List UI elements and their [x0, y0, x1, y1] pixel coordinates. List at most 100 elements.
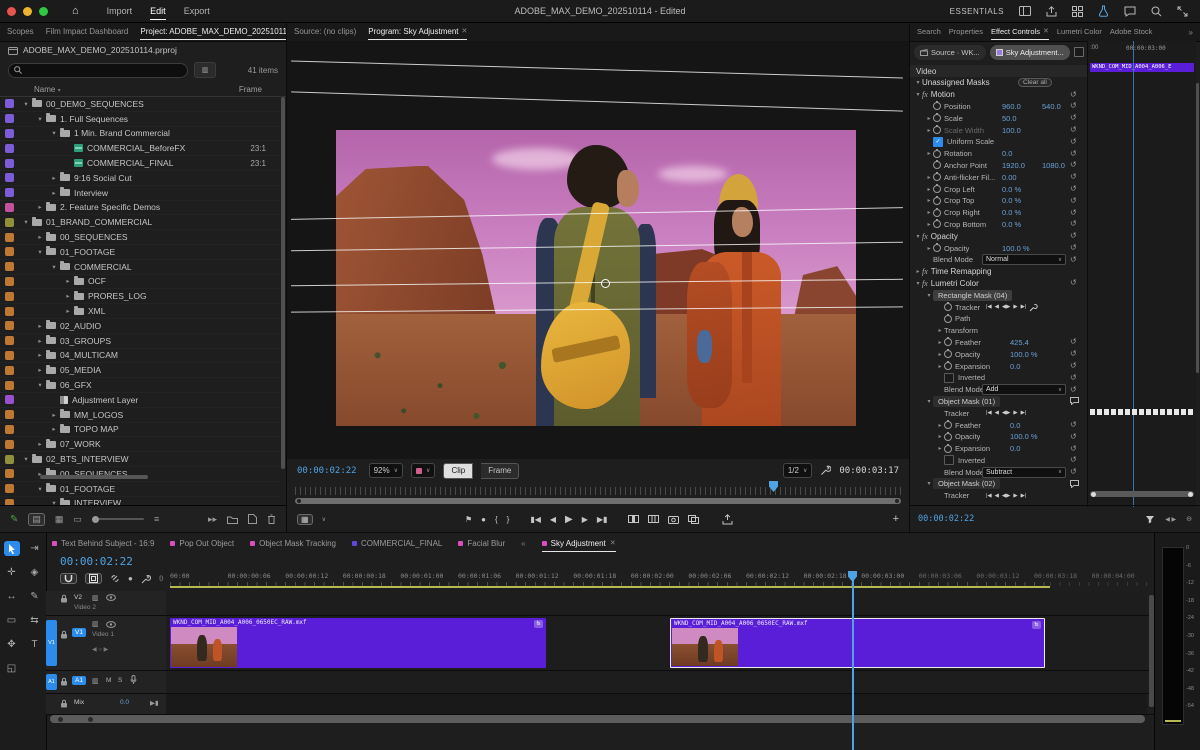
- sky-adjustment-clip-button[interactable]: Sky Adjustment...: [990, 45, 1070, 60]
- tab-film-impact-dashboard[interactable]: Film Impact Dashboard: [46, 23, 129, 41]
- project-item-07-work[interactable]: ▸07_WORK: [0, 437, 280, 452]
- project-item-topo-map[interactable]: ▸TOPO MAP: [0, 423, 280, 438]
- lift-icon[interactable]: [628, 514, 639, 524]
- param-value[interactable]: 100.0: [1002, 126, 1021, 135]
- effect-row-path[interactable]: Path: [910, 313, 1086, 325]
- label-color-chip[interactable]: [5, 425, 14, 434]
- source-patch-v1[interactable]: V1: [46, 620, 57, 666]
- workspace-label[interactable]: ESSENTIALS: [950, 7, 1004, 16]
- twirl-icon[interactable]: ▸: [936, 445, 944, 452]
- mask-label[interactable]: Object Mask (01): [933, 396, 1000, 407]
- zoom-level-dropdown[interactable]: 92%∨: [369, 463, 403, 478]
- mix-kf-icon[interactable]: ▶▮: [150, 699, 159, 707]
- mask-vertex-handle[interactable]: [601, 279, 610, 288]
- effect-row-rotation[interactable]: ▸Rotation0.0↺: [910, 148, 1086, 160]
- effect-row-motion[interactable]: ▾fxMotion↺: [910, 89, 1086, 101]
- twirl-icon[interactable]: ▸: [936, 339, 944, 346]
- stopwatch-icon[interactable]: [944, 315, 952, 323]
- project-item-9-16-social-cut[interactable]: ▸9:16 Social Cut: [0, 171, 280, 186]
- twirl-icon[interactable]: ▸: [36, 203, 44, 211]
- twirl-icon[interactable]: ▸: [936, 363, 944, 370]
- label-color-chip[interactable]: [5, 173, 14, 182]
- twirl-icon[interactable]: ▾: [36, 248, 44, 256]
- filter-bin-button[interactable]: ▥: [194, 62, 216, 78]
- timeline-clip-2[interactable]: WKND_COM_MID_A004_A006_0650EC_RAW.mxffx: [670, 618, 1045, 668]
- project-item-mm-logos[interactable]: ▸MM_LOGOS: [0, 408, 280, 423]
- checkbox[interactable]: ✓: [933, 137, 943, 147]
- label-color-chip[interactable]: [5, 292, 14, 301]
- tab-scroll-arrows[interactable]: «: [521, 539, 525, 548]
- reset-param-icon[interactable]: ↺: [1070, 421, 1077, 429]
- fx-icon[interactable]: fx: [922, 232, 928, 241]
- label-color-chip[interactable]: [5, 469, 14, 478]
- twirl-icon[interactable]: ▸: [36, 351, 44, 359]
- step-back-icon[interactable]: ◀: [550, 515, 556, 524]
- effect-row-blend-mode[interactable]: Blend ModeAdd∨↺: [910, 384, 1086, 396]
- mark-in-icon[interactable]: {: [495, 515, 498, 524]
- filter-properties-icon[interactable]: [1145, 515, 1155, 524]
- reset-param-icon[interactable]: ↺: [1070, 350, 1077, 358]
- clip-mode-button[interactable]: Clip: [443, 463, 473, 479]
- label-color-chip[interactable]: [5, 381, 14, 390]
- reset-param-icon[interactable]: ↺: [1070, 138, 1077, 146]
- comparison-view-icon[interactable]: [688, 515, 699, 524]
- twirl-icon[interactable]: ▸: [936, 351, 944, 358]
- project-item-1-min-brand-commercial[interactable]: ▾1 Min. Brand Commercial: [0, 127, 280, 142]
- reset-param-icon[interactable]: ↺: [1070, 209, 1077, 217]
- stopwatch-icon[interactable]: [933, 102, 941, 110]
- reset-param-icon[interactable]: ↺: [1070, 185, 1077, 193]
- effects-zoom-icon[interactable]: ⊖: [1186, 515, 1192, 523]
- effect-row-tracker[interactable]: Tracker|◀◀◀▶▶▶|: [910, 301, 1086, 313]
- step-forward-icon[interactable]: ▶: [582, 515, 588, 524]
- label-color-chip[interactable]: [5, 455, 14, 464]
- tracker-controls[interactable]: |◀◀◀▶▶▶|: [986, 493, 1026, 499]
- stopwatch-icon[interactable]: [933, 150, 941, 158]
- track-v2-header[interactable]: V2 ▥ Video 2: [46, 591, 167, 615]
- param-value[interactable]: 960.0: [1002, 102, 1021, 111]
- reset-param-icon[interactable]: ↺: [1070, 102, 1077, 110]
- twirl-icon[interactable]: ▸: [64, 292, 72, 300]
- tab-overflow-icon[interactable]: »: [1189, 28, 1193, 37]
- stopwatch-icon[interactable]: [944, 445, 952, 453]
- mask-feedback-icon[interactable]: [1070, 397, 1079, 405]
- twirl-icon[interactable]: ▸: [36, 366, 44, 374]
- label-color-chip[interactable]: [5, 233, 14, 242]
- mask-label[interactable]: Rectangle Mask (04): [933, 290, 1012, 301]
- monitor-mini-ruler[interactable]: [295, 483, 901, 495]
- stopwatch-icon[interactable]: [944, 350, 952, 358]
- ripple-edit-tool[interactable]: ✛: [4, 565, 20, 580]
- twirl-icon[interactable]: ▾: [914, 79, 922, 86]
- param-value[interactable]: 0.0: [1010, 421, 1020, 430]
- twirl-icon[interactable]: ▸: [925, 186, 933, 193]
- solo-icon[interactable]: S: [118, 677, 122, 684]
- kf-nav-icons[interactable]: ◀ ▶: [1165, 516, 1176, 523]
- mask-outline-segment[interactable]: [291, 60, 903, 78]
- effect-row-anchor-point[interactable]: Anchor Point1920.01080.0↺: [910, 160, 1086, 172]
- param-value[interactable]: 0.0 %: [1002, 185, 1021, 194]
- sync-lock-icon[interactable]: ▥: [92, 594, 99, 602]
- reset-param-icon[interactable]: ↺: [1070, 445, 1077, 453]
- stopwatch-icon[interactable]: [944, 338, 952, 346]
- timeline-playhead[interactable]: [852, 573, 854, 750]
- label-color-chip[interactable]: [5, 484, 14, 493]
- reset-param-icon[interactable]: ↺: [1070, 433, 1077, 441]
- twirl-icon[interactable]: ▾: [914, 233, 922, 240]
- label-color-chip[interactable]: [5, 247, 14, 256]
- param-value[interactable]: 100.0 %: [1010, 350, 1038, 359]
- effect-row-expansion[interactable]: ▸Expansion0.0↺: [910, 443, 1086, 455]
- pencil-icon[interactable]: ✎: [10, 514, 18, 525]
- twirl-icon[interactable]: ▸: [925, 245, 933, 252]
- playback-resolution-dropdown[interactable]: 1/2∨: [783, 463, 813, 478]
- effect-row-inverted[interactable]: Inverted↺: [910, 455, 1086, 467]
- param-value[interactable]: 100.0 %: [1002, 244, 1030, 253]
- track-v1-header[interactable]: V1 V1 ▥ Video 1 ◀ ○ ▶: [46, 616, 167, 670]
- label-color-chip[interactable]: [5, 262, 14, 271]
- frame-mode-button[interactable]: Frame: [481, 463, 519, 479]
- sequence-tab-object-mask-tracking[interactable]: Object Mask Tracking: [250, 535, 336, 552]
- reset-param-icon[interactable]: ↺: [1070, 279, 1077, 287]
- reset-param-icon[interactable]: ↺: [1070, 244, 1077, 252]
- slip-tool[interactable]: ↔: [4, 589, 20, 604]
- twirl-icon[interactable]: ▸: [936, 433, 944, 440]
- effect-row-blend-mode[interactable]: Blend ModeNormal∨↺: [910, 254, 1086, 266]
- label-color-chip[interactable]: [5, 203, 14, 212]
